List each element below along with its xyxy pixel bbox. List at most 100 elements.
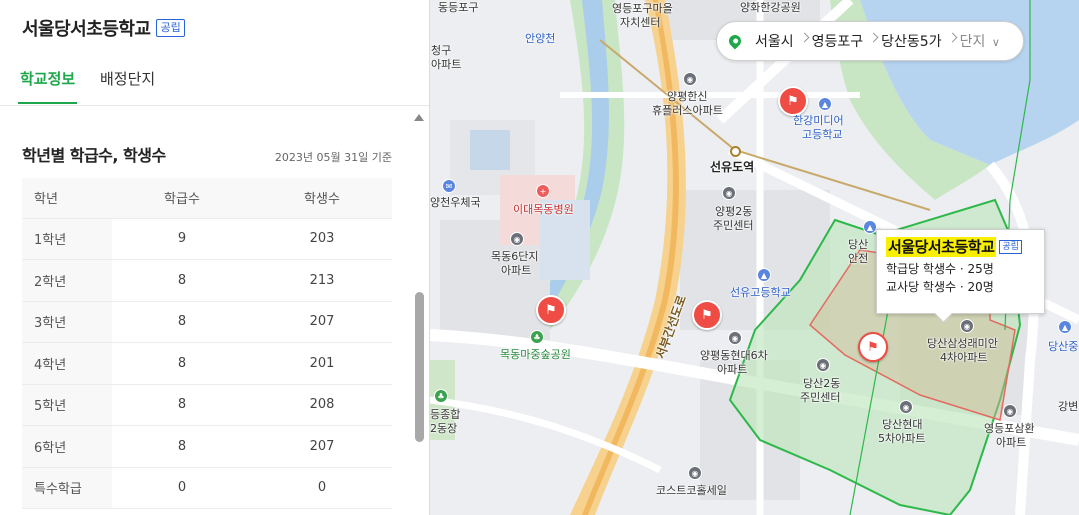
map-label: 강변	[1058, 400, 1079, 413]
map-label: 동등포구	[438, 1, 479, 14]
selected-school-marker-icon[interactable]: ⚑	[858, 332, 888, 362]
students-cell: 207	[252, 425, 392, 468]
map-view[interactable]: 영등포구마을 자치센터 양화한강공원 동등포구 안양천 청구 아파트 ◉ 양평한…	[430, 0, 1079, 515]
grade-cell: 2학년	[22, 259, 112, 302]
tab-school-info[interactable]: 학교정보	[17, 68, 78, 104]
classes-cell: 0	[112, 467, 252, 509]
map-label: 안전	[848, 252, 869, 265]
park-icon: ♣	[530, 330, 544, 344]
school-marker-icon[interactable]: ⚑	[536, 295, 566, 325]
map-label: 휴플러스아파트	[652, 104, 723, 117]
school-header: 서울당서초등학교 공립	[22, 14, 185, 42]
apartment-icon: ◉	[960, 319, 974, 333]
map-label: 안양천	[525, 32, 556, 45]
map-label: 코스트코홀세일	[656, 484, 727, 497]
school-icon: ▲	[1058, 320, 1072, 334]
map-label: 양평동현대6차	[700, 349, 768, 362]
map-label: 아파트	[501, 264, 532, 277]
complex-dropdown-label: 단지	[959, 34, 986, 50]
map-label: 2동장	[430, 422, 458, 435]
map-label: 양평한신	[667, 90, 708, 103]
map-label: 선유도역	[710, 160, 755, 174]
office-icon: ◉	[722, 186, 736, 200]
map-label: 5차아파트	[878, 432, 926, 445]
grade-table: 학년 학급수 학생수 1학년 9 203 2학년 8 213 3학년 8 207…	[22, 178, 392, 509]
map-label: 양평2동	[715, 205, 753, 218]
map-label: 한강미디어	[793, 114, 844, 127]
students-cell: 213	[252, 259, 392, 302]
table-header-row: 학년 학급수 학생수	[22, 178, 392, 219]
popup-school-title: 서울당서초등학교	[886, 237, 997, 257]
panel-scrollbar[interactable]	[411, 106, 427, 515]
map-label: 아파트	[431, 58, 462, 71]
classes-cell: 8	[112, 425, 252, 468]
grade-cell: 3학년	[22, 301, 112, 343]
chevron-down-icon: ∨	[991, 36, 1000, 49]
grade-cell: 특수학급	[22, 467, 112, 509]
map-label: 당산중	[1048, 340, 1079, 353]
apartment-icon: ◉	[1003, 404, 1017, 418]
section-header: 학년별 학급수, 학생수 2023년 05월 31일 기준	[22, 142, 392, 166]
grade-cell: 6학년	[22, 425, 112, 468]
popup-students-per-teacher: 교사당 학생수 · 20명	[886, 280, 994, 294]
subway-station-icon[interactable]	[730, 146, 741, 157]
map-label: 목동마중숲공원	[500, 348, 571, 361]
classes-cell: 8	[112, 301, 252, 343]
grade-cell: 5학년	[22, 384, 112, 426]
map-label: 양화한강공원	[740, 1, 801, 14]
school-title: 서울당서초등학교	[22, 19, 151, 40]
apartment-icon: ◉	[510, 232, 524, 246]
header-classes: 학급수	[112, 178, 252, 219]
map-label: 당산	[848, 238, 869, 251]
school-marker-icon[interactable]: ⚑	[778, 86, 808, 116]
map-label: 아파트	[717, 363, 748, 376]
classes-cell: 8	[112, 342, 252, 385]
table-row: 5학년 8 208	[22, 384, 392, 426]
school-icon: ▲	[818, 97, 832, 111]
map-label: 아파트	[996, 436, 1027, 449]
grade-cell: 1학년	[22, 218, 112, 260]
map-label: 4차아파트	[940, 351, 988, 364]
breadcrumb-district[interactable]: 영등포구	[803, 31, 873, 51]
students-cell: 203	[252, 218, 392, 260]
map-label: 당산삼성래미안	[927, 337, 998, 350]
school-info-popup[interactable]: 서울당서초등학교 공립 학급당 학생수 · 25명 교사당 학생수 · 20명	[876, 229, 1045, 314]
shop-icon: ◉	[688, 466, 702, 480]
breadcrumb-city[interactable]: 서울시	[746, 31, 803, 51]
map-label: 주민센터	[713, 219, 754, 232]
students-cell: 201	[252, 342, 392, 385]
map-label: 목동6단지	[491, 250, 539, 263]
apartment-icon: ◉	[899, 400, 913, 414]
school-type-badge: 공립	[156, 19, 185, 37]
map-label: 당산현대	[882, 418, 923, 431]
table-row: 6학년 8 207	[22, 425, 392, 468]
header-students: 학생수	[252, 178, 392, 219]
map-label: 선유고등학교	[730, 286, 791, 299]
location-pin-icon	[726, 32, 744, 50]
post-office-icon: ✉	[442, 179, 456, 193]
complex-dropdown[interactable]: 단지 ∨	[951, 31, 1009, 51]
table-row: 3학년 8 207	[22, 301, 392, 343]
hospital-icon: +	[536, 184, 550, 198]
classes-cell: 8	[112, 384, 252, 426]
scroll-up-arrow-icon[interactable]	[414, 114, 424, 121]
breadcrumb-dong[interactable]: 당산동5가	[872, 31, 950, 51]
map-label: 당산2동	[803, 377, 841, 390]
section-title: 학년별 학급수, 학생수	[22, 146, 166, 165]
classes-cell: 9	[112, 218, 252, 260]
panel-content: 학년별 학급수, 학생수 2023년 05월 31일 기준 학년 학급수 학생수…	[0, 106, 410, 515]
location-breadcrumb: 서울시 영등포구 당산동5가 단지 ∨	[716, 21, 1024, 61]
section-date: 2023년 05월 31일 기준	[274, 151, 392, 164]
students-cell: 208	[252, 384, 392, 426]
map-label: 고등학교	[802, 128, 843, 141]
park-icon: ♣	[434, 389, 448, 403]
school-marker-icon[interactable]: ⚑	[692, 300, 722, 330]
grade-cell: 4학년	[22, 342, 112, 385]
header-grade: 학년	[22, 178, 112, 219]
tab-assigned-complexes[interactable]: 배정단지	[100, 68, 155, 104]
popup-type-badge: 공립	[999, 240, 1022, 254]
classes-cell: 8	[112, 259, 252, 302]
map-label: 영등포삼환	[984, 422, 1035, 435]
scroll-thumb[interactable]	[415, 292, 424, 442]
table-row: 1학년 9 203	[22, 218, 392, 260]
